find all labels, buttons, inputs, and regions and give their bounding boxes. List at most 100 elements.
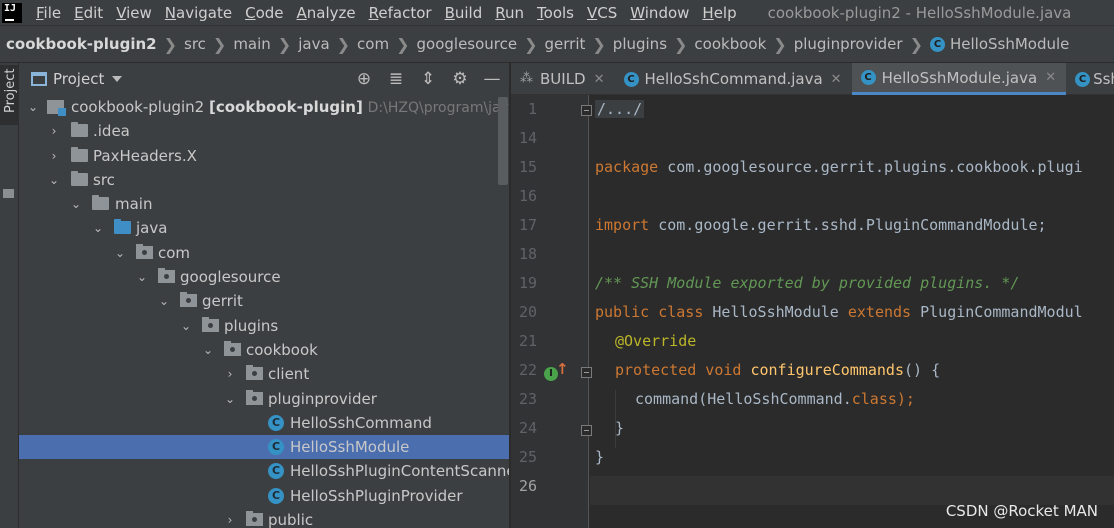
chevron-down-icon[interactable]: ⌄ (114, 241, 126, 265)
menu-vcs[interactable]: VCS (581, 4, 624, 22)
tree-row-pluginprovider[interactable]: ⌄ pluginprovider (19, 387, 509, 411)
module-folder-icon (47, 100, 66, 116)
line-number: 16 (518, 187, 537, 205)
breadcrumb-gerrit[interactable]: gerrit (545, 35, 586, 53)
chevron-down-icon[interactable] (112, 76, 123, 82)
chevron-right-icon[interactable]: › (48, 119, 60, 143)
menu-build[interactable]: Build (439, 4, 490, 22)
code-line: /** SSH Module exported by provided plug… (595, 274, 1020, 292)
breadcrumb-main[interactable]: main (233, 35, 270, 53)
folded-imports[interactable]: /.../ (595, 100, 645, 118)
breadcrumb-pluginprovider[interactable]: pluginprovider (794, 35, 903, 53)
gear-icon[interactable]: ⚙ (450, 69, 470, 89)
menu-file[interactable]: File (30, 4, 68, 22)
tree-label: googlesource (180, 268, 281, 287)
breadcrumb-project[interactable]: cookbook-plugin2 (6, 35, 157, 53)
chevron-right-icon: ❯ (336, 34, 351, 54)
menu-help[interactable]: Help (696, 4, 743, 22)
chevron-down-icon[interactable]: ⌄ (27, 95, 39, 119)
menu-tools[interactable]: Tools (531, 4, 581, 22)
tree-row-cookbook[interactable]: ⌄ cookbook (19, 338, 509, 362)
code-area[interactable]: /.../ package com.googlesource.gerrit.pl… (590, 95, 1114, 528)
tab-hellosshcommand[interactable]: C HelloSshCommand.java ✕ (615, 63, 852, 95)
tree-row-googlesource[interactable]: ⌄ googlesource (19, 265, 509, 289)
tree-row-client[interactable]: › client (19, 362, 509, 386)
breadcrumb-java[interactable]: java (298, 35, 329, 53)
tree-row-main[interactable]: ⌄ main (19, 192, 509, 216)
breadcrumb-plugins[interactable]: plugins (613, 35, 667, 53)
close-icon[interactable]: ✕ (831, 72, 842, 87)
project-view-selector[interactable]: Project (53, 70, 104, 88)
menu-analyze[interactable]: Analyze (291, 4, 363, 22)
chevron-right-icon[interactable]: › (224, 362, 236, 386)
package-icon (180, 292, 197, 308)
tab-build[interactable]: ⁂ BUILD ✕ (511, 63, 615, 95)
tree-row-src[interactable]: ⌄ src (19, 168, 509, 192)
menu-code[interactable]: Code (239, 4, 290, 22)
tree-label: java (136, 219, 168, 238)
tree-label: plugins (224, 316, 279, 335)
chevron-down-icon[interactable]: ⌄ (70, 192, 82, 216)
chevron-down-icon[interactable]: ⌄ (48, 168, 60, 192)
project-tool-button[interactable]: Project (0, 65, 19, 125)
override-arrow-icon: ↑ (556, 360, 569, 378)
tab-label: BUILD (540, 70, 586, 88)
tree-row-com[interactable]: ⌄ com (19, 241, 509, 265)
chevron-down-icon[interactable]: ⌄ (180, 314, 192, 338)
current-line-highlight (590, 476, 1114, 505)
package-icon (246, 511, 263, 527)
chevron-right-icon[interactable]: › (224, 508, 236, 528)
breadcrumb-src[interactable]: src (184, 35, 206, 53)
expand-all-icon[interactable]: ≣ (386, 69, 406, 89)
chevron-down-icon[interactable]: ⌄ (92, 216, 104, 240)
collapse-all-icon[interactable]: ⇕ (418, 69, 438, 89)
tree-row-paxheaders[interactable]: › PaxHeaders.X (19, 144, 509, 168)
tree-row-hellosshplugincontentscanner[interactable]: HelloSshPluginContentScanner (19, 459, 509, 483)
chevron-down-icon[interactable]: ⌄ (202, 338, 214, 362)
breadcrumb-cookbook[interactable]: cookbook (694, 35, 766, 53)
close-icon[interactable]: ✕ (1045, 70, 1056, 85)
menu-navigate[interactable]: Navigate (159, 4, 239, 22)
tree-row-root[interactable]: ⌄ cookbook-plugin2 [cookbook-plugin] D:\… (19, 95, 509, 119)
breadcrumb-hellosshmodule[interactable]: HelloSshModule (950, 35, 1069, 53)
menu-run[interactable]: Run (489, 4, 531, 22)
tree-row-gerrit[interactable]: ⌄ gerrit (19, 289, 509, 313)
line-number: 18 (518, 245, 537, 263)
project-tool-label: Project (3, 68, 18, 113)
tree-row-java[interactable]: ⌄ java (19, 216, 509, 240)
folder-icon (92, 195, 109, 211)
menu-refactor[interactable]: Refactor (363, 4, 439, 22)
class-icon (268, 439, 284, 456)
breadcrumb-com[interactable]: com (357, 35, 389, 53)
tree-row-hellosshmodule[interactable]: HelloSshModule (19, 435, 509, 460)
chevron-down-icon[interactable]: ⌄ (224, 387, 236, 411)
breadcrumb-googlesource[interactable]: googlesource (417, 35, 518, 53)
line-number: 21 (518, 332, 537, 350)
class-icon (268, 487, 284, 504)
line-number: 26 (518, 477, 537, 495)
tree-row-hellosshcommand[interactable]: HelloSshCommand (19, 411, 509, 435)
menu-window[interactable]: Window (624, 4, 696, 22)
close-icon[interactable]: ✕ (594, 72, 605, 87)
menu-view[interactable]: View (110, 4, 159, 22)
project-tree-scrollbar[interactable] (498, 97, 508, 185)
tab-hellosshmodule[interactable]: C HelloSshModule.java ✕ (851, 63, 1067, 95)
tree-row-idea[interactable]: › .idea (19, 119, 509, 143)
minimize-icon[interactable]: — (482, 69, 502, 89)
tree-row-public[interactable]: › public (19, 508, 509, 528)
tree-label: HelloSshModule (290, 438, 410, 457)
line-number: 25 (518, 448, 537, 466)
tree-label: .idea (93, 122, 130, 141)
tree-label: pluginprovider (268, 389, 377, 408)
locate-target-icon[interactable]: ⊕ (354, 69, 374, 89)
folder-icon (71, 122, 88, 138)
chevron-down-icon[interactable]: ⌄ (158, 289, 170, 313)
tree-row-plugins[interactable]: ⌄ plugins (19, 314, 509, 338)
chevron-down-icon[interactable]: ⌄ (136, 265, 148, 289)
class-icon (268, 414, 284, 431)
chevron-right-icon[interactable]: › (48, 144, 60, 168)
tree-row-hellosshpluginprovider[interactable]: HelloSshPluginProvider (19, 484, 509, 508)
tab-sshc[interactable]: C SshC (1066, 63, 1114, 95)
project-window-icon (31, 72, 47, 86)
menu-edit[interactable]: Edit (68, 4, 110, 22)
